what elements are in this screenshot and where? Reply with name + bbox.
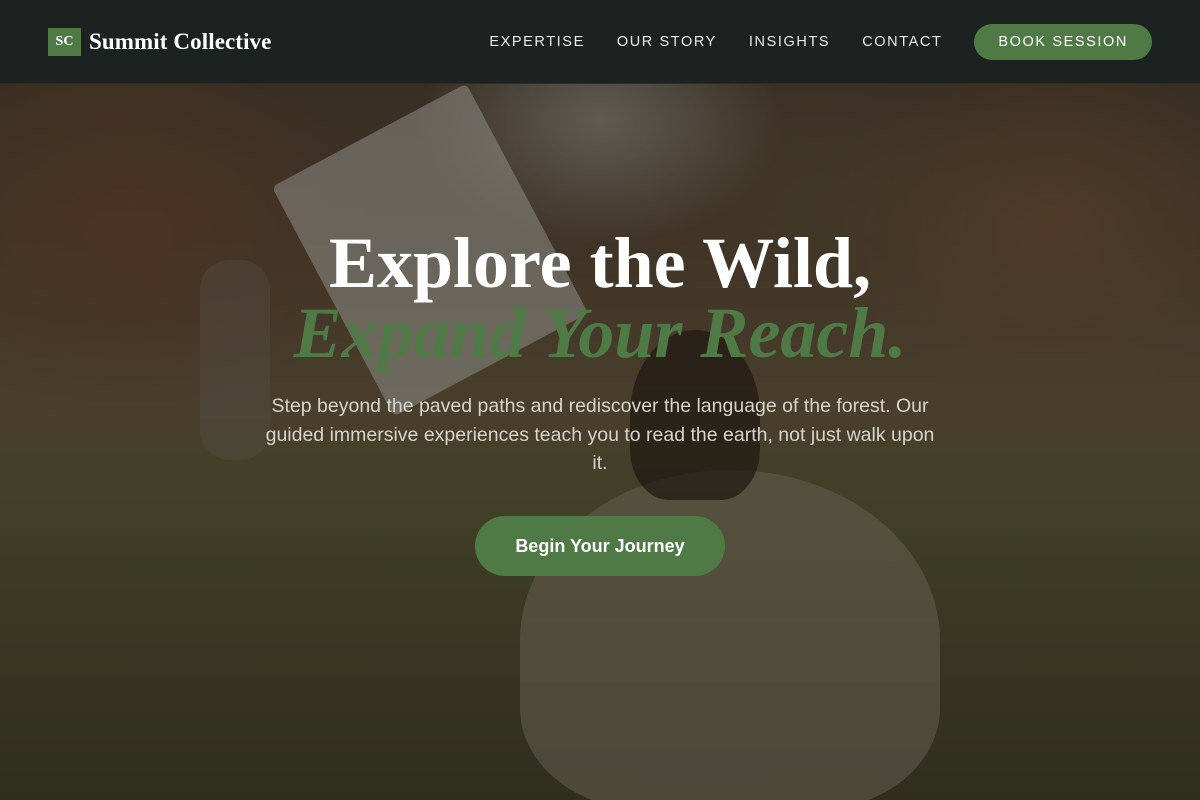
hero-section: Explore the Wild, Expand Your Reach. Ste… [0, 84, 1200, 800]
nav-link-expertise[interactable]: EXPERTISE [489, 34, 585, 50]
top-navigation-bar: SC Summit Collective EXPERTISE OUR STORY… [0, 0, 1200, 84]
nav-link-our-story[interactable]: OUR STORY [617, 34, 717, 50]
hero-headline-line2: Expand Your Reach. [293, 293, 907, 373]
begin-journey-button[interactable]: Begin Your Journey [475, 516, 725, 576]
nav-link-insights[interactable]: INSIGHTS [749, 34, 830, 50]
brand-name: Summit Collective [89, 28, 272, 54]
brand[interactable]: SC Summit Collective [48, 27, 272, 56]
book-session-button[interactable]: BOOK SESSION [974, 23, 1152, 60]
nav-link-contact[interactable]: CONTACT [862, 34, 942, 50]
logo-icon: SC [48, 27, 81, 56]
hero-headline-line1: Explore the Wild, [328, 223, 872, 303]
nav-links: EXPERTISE OUR STORY INSIGHTS CONTACT BOO… [457, 23, 1152, 60]
hero-subtext: Step beyond the paved paths and rediscov… [265, 395, 935, 474]
